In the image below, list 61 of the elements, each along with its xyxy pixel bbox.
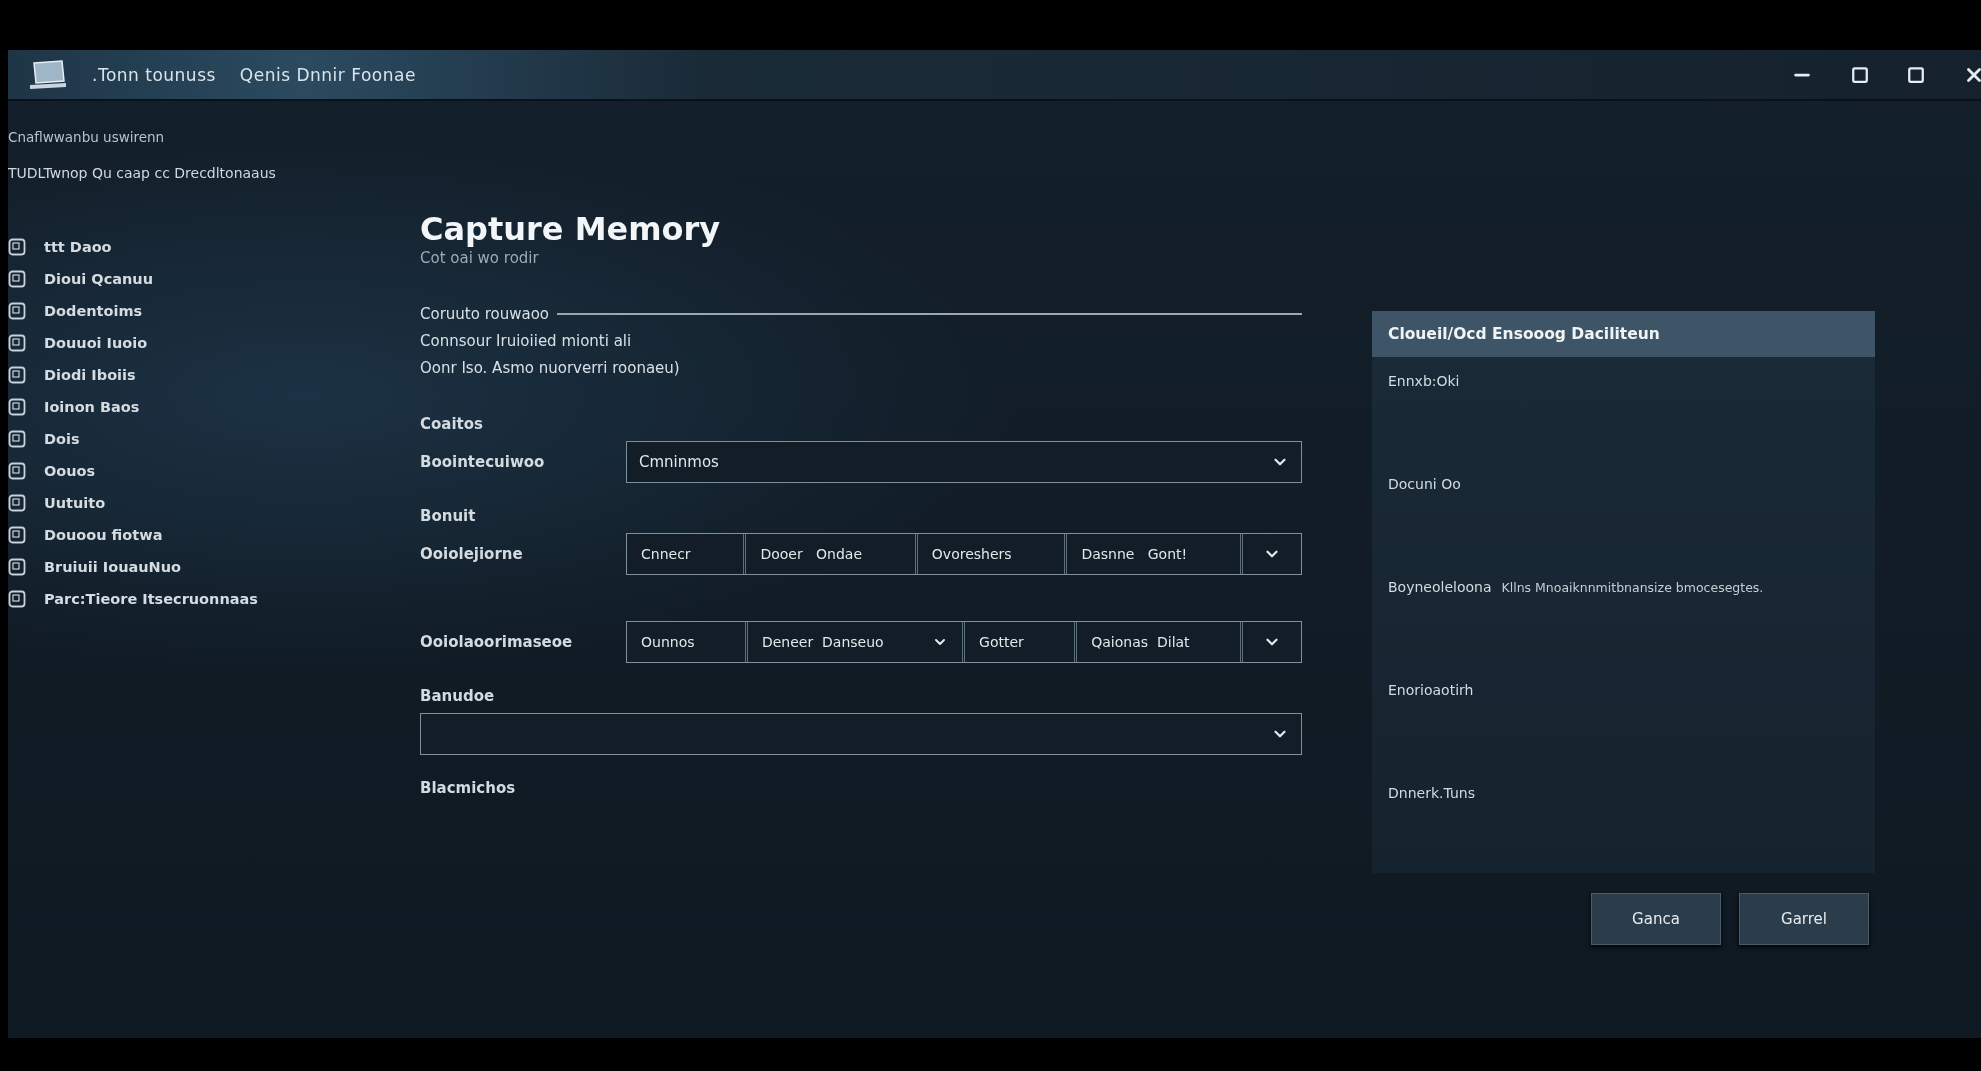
document-icon [8,494,26,512]
document-icon [8,590,26,608]
sidebar-item[interactable]: Oouos [44,463,96,479]
description-text: Connsour Iruioiied mionti ali [420,332,633,350]
detail-label: Enorioaotirh [1388,682,1474,698]
document-icon [8,238,26,256]
segment-option[interactable]: Dooer Ondae [746,534,918,574]
page-subtitle: Cot oai wo rodir [420,249,540,267]
sidebar-item[interactable]: Uutuito [44,495,106,511]
sidebar-item[interactable]: Dioui Qcanuu [44,271,153,287]
title-text: .Tonn tounuss [92,64,216,85]
description-text: Oonr Iso. Asmo nuorverri roonaeu) [420,359,681,377]
group-label: Bonuit [420,507,477,525]
sidebar-item[interactable]: Ioinon Baos [44,399,140,415]
sidebar-item[interactable]: Bruiuii IouauNuo [44,559,181,575]
document-icon [8,270,26,288]
segment-option[interactable]: Dasnne Gont! [1067,534,1243,574]
group-label: Coaitos [420,415,484,433]
window-icon[interactable] [1851,65,1869,84]
segment-option[interactable]: Qaionas Dilat [1077,622,1243,662]
detail-label: Dnnerk.Tuns [1388,785,1475,801]
section-heading: Coruuto rouwaoo [420,305,549,323]
detail-value: Kllns Mnoaiknnmitbnansize bmocesegtes. [1501,579,1764,595]
dialog-button[interactable]: Ganca [1591,893,1721,945]
sidebar-item[interactable]: Douoou fiotwa [44,527,163,543]
dropdown-field[interactable] [420,713,1302,755]
window-icon[interactable] [1907,65,1925,84]
group-label: Banudoe [420,687,496,705]
dialog-button[interactable]: Garrel [1739,893,1869,945]
breadcrumb: Cnaflwwanbu uswirenn [8,129,166,145]
segment-option[interactable]: Cnnecr [627,534,747,574]
document-icon [8,334,26,352]
sidebar-item[interactable]: ttt Daoo [44,239,112,255]
document-icon [8,558,26,576]
sidebar-item[interactable]: Dodentoims [44,303,143,319]
group-label: Blacmichos [420,779,517,797]
segment-option[interactable]: Deneer Danseuo [747,622,966,662]
field-label: Boointecuiwoo [420,453,546,471]
document-icon [8,302,26,320]
document-icon [8,462,26,480]
document-icon [8,526,26,544]
detail-label: Docuni Oo [1388,476,1461,492]
panel-header: Cloueil/Ocd Ensooog Daciliteun [1372,311,1875,357]
detail-label: Boyneoleloona [1388,579,1492,595]
sidebar-item[interactable]: Parc:Tieore Itsecruonnaas [44,591,258,607]
sidebar-subtitle: TUDLTwnop Qu caap cc Drecdltonaaus [8,165,277,181]
segment-option[interactable]: Gotter [965,622,1078,662]
field-label: Ooiolaoorimaseoe [420,633,574,651]
document-icon [8,366,26,384]
document-icon [8,398,26,416]
dropdown-field[interactable]: Cmninmos [626,441,1302,483]
sidebar-item[interactable]: Dois [44,431,80,447]
field-label: Ooiolejiorne [420,545,524,563]
detail-label: Ennxb:Oki [1388,373,1460,389]
title-text: Qenis Dnnir Foonae [239,64,416,85]
sidebar-item[interactable]: Diodi Iboiis [44,367,136,383]
document-icon [8,430,26,448]
sidebar-item[interactable]: Douuoi Iuoio [44,335,148,351]
segment-option[interactable]: Ovoreshers [917,534,1068,574]
page-title: Capture Memory [420,209,722,249]
segment-option[interactable]: Ounnos [627,622,748,662]
